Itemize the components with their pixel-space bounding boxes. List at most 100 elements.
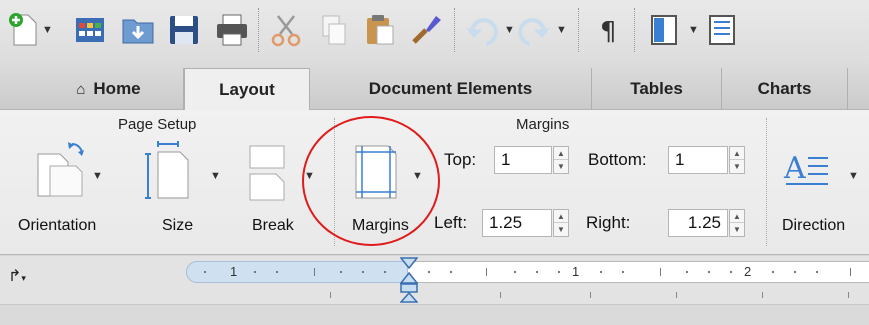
open-folder-icon[interactable] — [118, 10, 158, 50]
margins-label: Margins — [352, 217, 409, 234]
toolbar-separator — [454, 8, 455, 52]
tab-layout-label: Layout — [219, 80, 275, 99]
orientation-label: Orientation — [18, 217, 97, 234]
bottom-margin-stepper[interactable]: ▲ ▼ — [729, 146, 745, 174]
ruler-number: 2 — [744, 264, 752, 279]
bottom-margin-input[interactable] — [668, 146, 728, 174]
ruler-number: 1 — [230, 264, 238, 279]
ruler-tick — [660, 268, 661, 276]
tab-document-elements[interactable]: Document Elements — [310, 68, 592, 110]
ruler-tick — [362, 271, 364, 273]
tab-home[interactable]: ⌂ Home — [34, 68, 184, 110]
indent-marker-icon[interactable] — [400, 257, 418, 303]
tab-home-label: Home — [93, 79, 141, 98]
stepper-down-icon[interactable]: ▼ — [730, 160, 744, 173]
ruler-tick — [762, 292, 763, 298]
cut-icon[interactable] — [266, 10, 306, 50]
toolbar-separator — [578, 8, 579, 52]
ruler-tick — [514, 271, 516, 273]
margins-group-label: Margins — [516, 116, 570, 133]
toolbar-separator — [258, 8, 259, 52]
chevron-down-icon: ▼ — [210, 170, 221, 182]
svg-text:A: A — [783, 151, 806, 186]
chevron-down-icon: ▼ — [92, 170, 103, 182]
ruler-tick — [600, 271, 602, 273]
document-area[interactable] — [0, 304, 869, 325]
home-icon: ⌂ — [76, 81, 86, 98]
ruler-tick — [772, 271, 774, 273]
ruler-tick — [486, 268, 487, 276]
top-margin-input[interactable] — [494, 146, 552, 174]
toolbar-separator — [634, 8, 635, 52]
ruler-tick — [676, 292, 677, 298]
stepper-up-icon[interactable]: ▲ — [730, 147, 744, 160]
undo-icon[interactable] — [462, 10, 502, 50]
ruler-tick — [848, 292, 849, 298]
tab-tables[interactable]: Tables — [592, 68, 722, 110]
ruler-tick — [500, 292, 501, 298]
group-separator — [766, 118, 767, 246]
tab-charts-label: Charts — [757, 79, 812, 98]
print-icon[interactable] — [212, 10, 252, 50]
left-margin-stepper[interactable]: ▲ ▼ — [553, 209, 569, 237]
ruler-tick — [708, 271, 710, 273]
copy-icon[interactable] — [314, 10, 354, 50]
text-direction-icon: A — [783, 151, 828, 186]
ruler-tick — [590, 292, 591, 298]
redo-icon[interactable] — [514, 10, 554, 50]
top-margin-stepper[interactable]: ▲ ▼ — [553, 146, 569, 174]
stepper-down-icon[interactable]: ▼ — [554, 223, 568, 236]
new-document-icon[interactable] — [4, 10, 44, 50]
direction-label: Direction — [782, 217, 846, 234]
ribbon-panel: Page Setup Margins ▼ Orientation ▼ Size — [0, 110, 869, 255]
svg-text:¶: ¶ — [600, 17, 617, 47]
stepper-up-icon[interactable]: ▲ — [554, 147, 568, 160]
tab-charts[interactable]: Charts — [722, 68, 848, 110]
pilcrow-icon[interactable]: ¶ — [588, 10, 628, 50]
ruler-tick — [450, 271, 452, 273]
right-margin-input[interactable] — [668, 209, 728, 237]
stepper-up-icon[interactable]: ▲ — [730, 210, 744, 223]
ruler-tick — [254, 271, 256, 273]
stepper-down-icon[interactable]: ▼ — [554, 160, 568, 173]
save-icon[interactable] — [164, 10, 204, 50]
ruler-tick — [276, 271, 278, 273]
left-margin-input[interactable] — [482, 209, 552, 237]
paste-icon[interactable] — [360, 10, 400, 50]
right-margin-label: Right: — [586, 213, 631, 232]
stepper-down-icon[interactable]: ▼ — [730, 223, 744, 236]
right-margin-stepper[interactable]: ▲ ▼ — [729, 209, 745, 237]
format-painter-icon[interactable] — [406, 10, 446, 50]
break-label: Break — [252, 217, 294, 234]
orientation-icon — [37, 142, 84, 197]
chevron-down-icon[interactable]: ▼ — [42, 24, 53, 36]
margins-icon — [355, 145, 397, 199]
chevron-down-icon[interactable]: ▼ — [556, 24, 567, 36]
chevron-down-icon[interactable]: ▼ — [688, 24, 699, 36]
chevron-down-icon: ▼ — [412, 170, 423, 182]
bottom-margin-label: Bottom: — [588, 150, 647, 169]
page-setup-group-label: Page Setup — [118, 116, 197, 133]
view-layout-icon[interactable] — [646, 10, 686, 50]
ruler-number: 1 — [572, 264, 580, 279]
tab-stop-selector-icon[interactable]: ↱▾ — [8, 266, 26, 286]
ribbon-tabs: ⌂ Home Layout Document Elements Tables Ch… — [0, 62, 869, 111]
outline-icon[interactable] — [704, 10, 744, 50]
stepper-up-icon[interactable]: ▲ — [554, 210, 568, 223]
ruler-tick — [730, 271, 732, 273]
ruler-left-margin — [186, 261, 408, 283]
size-label: Size — [162, 217, 194, 234]
templates-icon[interactable] — [70, 10, 110, 50]
ruler-tick — [330, 292, 331, 298]
ruler-tick — [428, 271, 430, 273]
tab-document-elements-label: Document Elements — [368, 79, 533, 98]
ruler-tick — [314, 268, 315, 276]
ruler-tick — [340, 271, 342, 273]
chevron-down-icon: ▼ — [304, 170, 315, 182]
ruler-tick — [204, 271, 206, 273]
tab-layout[interactable]: Layout — [184, 68, 310, 111]
group-separator — [334, 118, 335, 246]
ruler-tick — [686, 271, 688, 273]
quick-access-toolbar: ▼ ▼ ▼ ¶ ▼ — [0, 0, 869, 62]
chevron-down-icon: ▼ — [848, 170, 859, 182]
